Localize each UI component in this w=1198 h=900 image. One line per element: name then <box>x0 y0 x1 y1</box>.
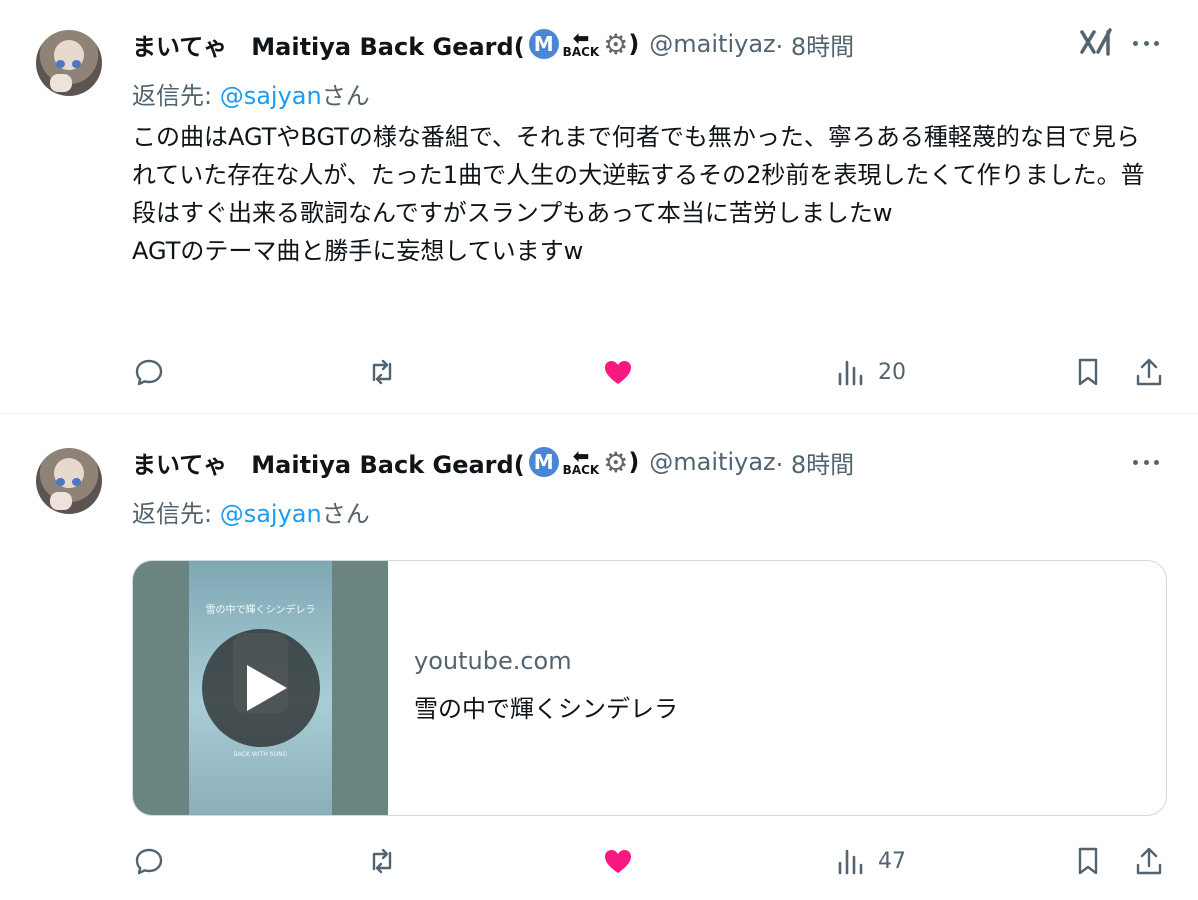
user-handle[interactable]: @maitiyaz <box>649 448 775 476</box>
user-handle[interactable]: @maitiyaz <box>649 30 775 58</box>
retweet-button[interactable] <box>366 841 398 881</box>
like-icon <box>605 361 631 384</box>
back-badge: ⬅ BACK <box>562 444 600 477</box>
tweet-header: まいてゃ Maitiya Back Geard( M ⬅ BACK ⚙ ) @m… <box>132 444 855 480</box>
profile-badge: M ⬅ BACK ⚙ <box>528 444 629 479</box>
timestamp[interactable]: · 8時間 <box>776 445 855 480</box>
bookmark-icon <box>1078 358 1098 386</box>
reply-prefix: 返信先: <box>132 82 220 110</box>
like-icon <box>605 850 631 873</box>
tweet-header: まいてゃ Maitiya Back Geard( M ⬅ BACK ⚙ ) @m… <box>132 26 855 62</box>
reply-button[interactable] <box>133 352 165 392</box>
views-button[interactable]: 47 <box>836 841 906 881</box>
reply-context: 返信先: @sajyanさん <box>132 76 370 111</box>
bookmark-icon <box>1078 847 1098 875</box>
views-count: 47 <box>878 848 906 874</box>
card-title: 雪の中で輝くシンデレラ <box>414 695 678 723</box>
avatar[interactable] <box>36 448 102 514</box>
display-name[interactable]: まいてゃ Maitiya Back Geard( <box>132 445 525 480</box>
action-bar: 47 <box>0 841 1198 881</box>
views-icon <box>838 360 863 386</box>
link-card[interactable]: 雪の中で輝くシンデレラ BACK WITH SONG youtube.com 雪… <box>132 560 1167 816</box>
reply-suffix: さん <box>321 500 370 528</box>
m-badge-icon: M <box>528 29 559 59</box>
grok-icon[interactable] <box>1078 24 1114 60</box>
more-icon[interactable] <box>1128 450 1164 474</box>
more-icon[interactable] <box>1128 31 1164 55</box>
back-badge: ⬅ BACK <box>562 26 600 59</box>
tweet-text: この曲はAGTやBGTの様な番組で、それまで何者でも無かった、寧ろある種軽蔑的な… <box>132 123 1145 265</box>
reply-suffix: さん <box>321 82 370 110</box>
reply-prefix: 返信先: <box>132 500 220 528</box>
views-icon <box>838 849 863 875</box>
views-count: 20 <box>878 359 906 385</box>
like-button[interactable] <box>602 841 634 881</box>
bookmark-button[interactable] <box>1072 352 1104 392</box>
like-button[interactable] <box>602 352 634 392</box>
video-thumbnail[interactable]: 雪の中で輝くシンデレラ BACK WITH SONG <box>133 561 388 815</box>
share-button[interactable] <box>1133 352 1165 392</box>
gear-icon: ⚙ <box>603 445 629 479</box>
action-bar: 20 <box>0 352 1198 392</box>
timestamp[interactable]: · 8時間 <box>776 27 855 62</box>
gear-icon: ⚙ <box>603 27 629 61</box>
play-icon[interactable] <box>202 629 320 747</box>
name-close: ) <box>628 448 640 476</box>
m-badge-icon: M <box>528 447 559 477</box>
poster-title: 雪の中で輝くシンデレラ <box>205 605 316 616</box>
reply-icon <box>135 359 163 386</box>
name-close: ) <box>628 30 640 58</box>
share-icon <box>1136 847 1162 875</box>
avatar[interactable] <box>36 30 102 96</box>
bookmark-button[interactable] <box>1072 841 1104 881</box>
share-icon <box>1136 358 1162 386</box>
retweet-button[interactable] <box>366 352 398 392</box>
reply-button[interactable] <box>133 841 165 881</box>
tweet[interactable]: まいてゃ Maitiya Back Geard( M ⬅ BACK ⚙ ) @m… <box>0 0 1198 414</box>
views-button[interactable]: 20 <box>836 352 906 392</box>
back-badge-text: BACK <box>562 45 600 59</box>
tweet[interactable]: まいてゃ Maitiya Back Geard( M ⬅ BACK ⚙ ) @m… <box>0 415 1198 900</box>
back-badge-text: BACK <box>562 463 600 477</box>
retweet-icon <box>372 359 392 385</box>
reply-mention-link[interactable]: @sajyan <box>220 500 322 528</box>
display-name[interactable]: まいてゃ Maitiya Back Geard( <box>132 27 525 62</box>
reply-mention-link[interactable]: @sajyan <box>220 82 322 110</box>
reply-icon <box>135 848 163 875</box>
card-domain: youtube.com <box>414 647 572 675</box>
poster-footer: BACK WITH SONG <box>233 751 288 758</box>
share-button[interactable] <box>1133 841 1165 881</box>
profile-badge: M ⬅ BACK ⚙ <box>528 26 629 61</box>
back-arrow-icon: ⬅ <box>572 26 590 50</box>
back-arrow-icon: ⬅ <box>572 444 590 468</box>
card-text: youtube.com 雪の中で輝くシンデレラ <box>414 647 678 724</box>
retweet-icon <box>372 848 392 874</box>
reply-context: 返信先: @sajyanさん <box>132 494 370 529</box>
